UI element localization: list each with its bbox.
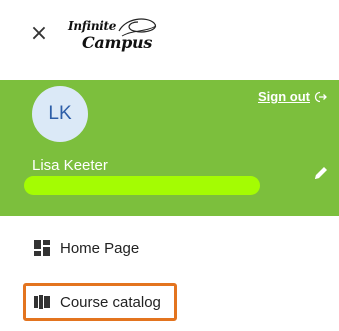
close-icon[interactable]: × <box>26 21 52 47</box>
user-name: Lisa Keeter <box>32 157 108 174</box>
book-catalog-icon <box>34 295 50 309</box>
app-header: × Infinite Campus <box>0 0 339 80</box>
sign-out-link[interactable]: Sign out <box>258 89 327 104</box>
sign-out-icon <box>314 91 327 102</box>
logo-text-infinite: Infinite <box>68 19 117 33</box>
logo-text-campus: Campus <box>82 33 153 52</box>
menu-item-label: Course catalog <box>60 293 161 311</box>
menu-item-home-page[interactable]: Home Page <box>0 229 339 267</box>
menu-item-course-catalog[interactable]: Course catalog <box>0 283 339 321</box>
user-profile-panel: LK Sign out Lisa Keeter <box>0 80 339 216</box>
avatar: LK <box>32 86 88 142</box>
infinite-campus-logo: Infinite Campus <box>66 16 166 60</box>
redaction-mark <box>24 176 260 195</box>
pencil-edit-icon[interactable] <box>313 165 329 181</box>
menu-item-label: Home Page <box>60 239 140 257</box>
sign-out-label: Sign out <box>258 89 310 104</box>
home-grid-icon <box>34 240 50 256</box>
